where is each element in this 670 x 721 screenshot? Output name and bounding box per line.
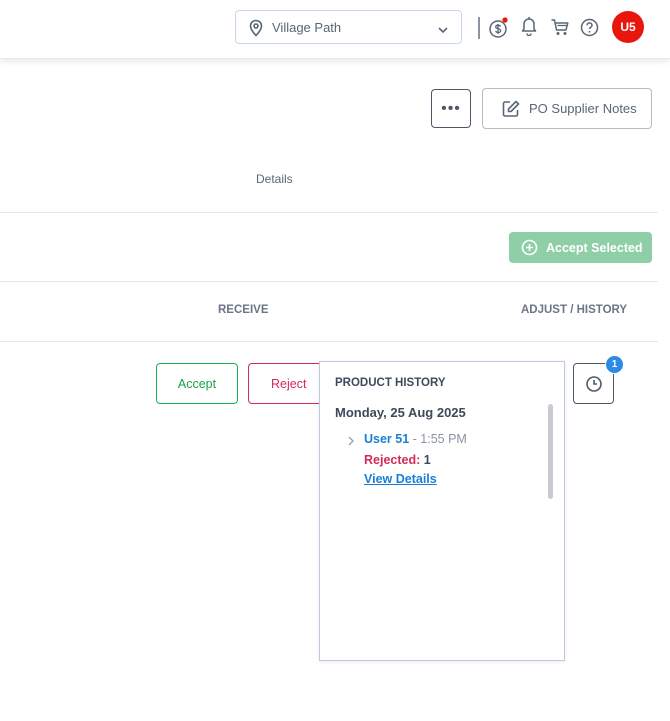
receive-column-header: RECEIVE xyxy=(218,304,269,316)
edit-icon xyxy=(502,100,520,117)
product-history-popover: PRODUCT HISTORY Monday, 25 Aug 2025 User… xyxy=(319,361,565,661)
top-bar: Village Path U5 xyxy=(0,0,670,59)
divider xyxy=(0,212,658,213)
po-supplier-notes-button[interactable]: PO Supplier Notes xyxy=(482,88,652,129)
reject-button[interactable]: Reject xyxy=(248,363,330,404)
accept-selected-label: Accept Selected xyxy=(546,240,643,255)
location-value: Village Path xyxy=(272,20,342,35)
user-avatar[interactable]: U5 xyxy=(612,11,644,43)
status-count: 1 xyxy=(423,453,431,467)
location-pin-icon xyxy=(248,19,264,42)
plus-circle-icon xyxy=(521,239,538,256)
chevron-right-icon[interactable] xyxy=(347,434,355,452)
history-entry-user: User 51 - 1:55 PM xyxy=(364,432,467,446)
toolbar-divider xyxy=(478,17,480,39)
help-icon[interactable] xyxy=(580,18,599,42)
more-options-button[interactable]: ••• xyxy=(431,89,471,128)
payment-icon[interactable] xyxy=(488,16,510,45)
adjust-history-column-header: ADJUST / HISTORY xyxy=(521,304,628,316)
cart-icon[interactable] xyxy=(550,17,570,42)
divider xyxy=(0,341,658,342)
popover-scrollbar[interactable] xyxy=(548,404,553,499)
details-header: Details xyxy=(256,172,293,186)
view-details-link[interactable]: View Details xyxy=(364,472,437,486)
status-label: Rejected: xyxy=(364,453,421,467)
history-entry-status: Rejected: 1 xyxy=(364,453,431,467)
history-date: Monday, 25 Aug 2025 xyxy=(335,405,466,420)
divider xyxy=(0,281,658,282)
history-time: - 1:55 PM xyxy=(409,432,467,446)
location-select[interactable]: Village Path xyxy=(235,10,462,44)
history-user-name: User 51 xyxy=(364,432,410,446)
accept-selected-button[interactable]: Accept Selected xyxy=(509,232,652,263)
history-count-badge: 1 xyxy=(605,355,624,374)
popover-title: PRODUCT HISTORY xyxy=(335,377,446,389)
po-supplier-notes-label: PO Supplier Notes xyxy=(529,101,637,116)
bell-icon[interactable] xyxy=(520,16,538,41)
clock-icon xyxy=(585,375,602,392)
accept-button[interactable]: Accept xyxy=(156,363,238,404)
chevron-down-icon xyxy=(437,22,449,40)
